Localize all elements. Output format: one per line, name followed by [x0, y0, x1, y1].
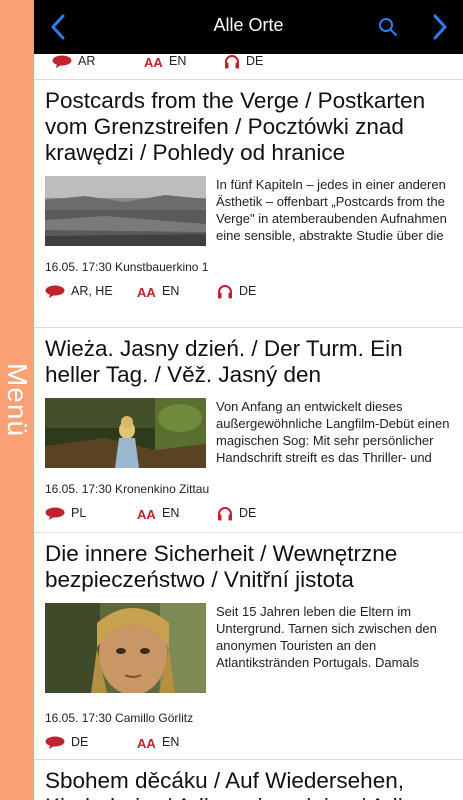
forward-button[interactable]: [426, 12, 454, 42]
language-row: PL AA EN DE: [45, 496, 451, 530]
screening-info: 16.05. 17:30 Camillo Görlitz: [45, 711, 194, 725]
language-row: AR, HE AA EN DE: [45, 274, 451, 308]
original-language: AR, HE: [45, 284, 137, 298]
subtitles-icon: AA: [137, 507, 156, 520]
audio-language-value: DE: [246, 54, 264, 68]
entry-body: In fünf Kapiteln – jedes in einer andere…: [45, 176, 451, 246]
menu-label: Menü: [2, 362, 33, 438]
search-icon: [379, 18, 397, 36]
film-description: Seit 15 Jahren leben die Eltern im Unter…: [216, 604, 437, 670]
svg-text:AA: AA: [137, 507, 156, 520]
language-row: AR AA EN DE: [52, 54, 263, 68]
original-language-value: PL: [71, 506, 87, 520]
navigation-bar: Alle Orte: [34, 0, 463, 54]
audio-language: DE: [217, 506, 256, 521]
headphones-icon: [218, 506, 232, 520]
subtitles-icon: AA: [137, 736, 156, 749]
original-language: DE: [45, 735, 137, 749]
film-title: Die innere Sicherheit / Wewnętrzne bezpi…: [45, 541, 398, 592]
film-title: Wieża. Jasny dzień. / Der Turm. Ein hell…: [45, 336, 403, 387]
original-language-value: AR: [78, 54, 96, 68]
entry-body: Seit 15 Jahren leben die Eltern im Unter…: [45, 603, 451, 693]
film-thumbnail: [45, 603, 206, 693]
film-title: Postcards from the Verge / Postkarten vo…: [45, 88, 426, 165]
language-row: DE AA EN: [45, 725, 451, 759]
original-language-value: AR, HE: [71, 284, 113, 298]
list-item[interactable]: Die innere Sicherheit / Wewnętrzne bezpi…: [34, 533, 463, 760]
subtitle-language: AA EN: [144, 54, 224, 68]
speech-bubble-icon: [45, 736, 65, 749]
audio-language-value: DE: [239, 284, 257, 298]
subtitle-language-value: EN: [169, 54, 187, 68]
original-language-value: DE: [71, 735, 89, 749]
chevron-right-icon: [433, 14, 447, 40]
speech-bubble-icon: [45, 507, 65, 520]
headphones-icon: [225, 54, 239, 68]
audio-language: DE: [217, 284, 256, 299]
subtitles-icon: AA: [137, 285, 156, 298]
film-title: Sbohem děcáku / Auf Wiedersehen, Kinderh…: [45, 768, 428, 800]
svg-text:AA: AA: [137, 736, 156, 749]
side-menu-tab[interactable]: Menü: [0, 0, 34, 800]
audio-language-value: DE: [239, 506, 257, 520]
svg-text:AA: AA: [144, 55, 163, 68]
headphones-icon: [218, 284, 232, 298]
subtitle-language-value: EN: [162, 735, 180, 749]
subtitle-language-value: EN: [162, 506, 180, 520]
screening-info: 16.05. 17:30 Kronenkino Zittau: [45, 482, 210, 496]
film-thumbnail: [45, 176, 206, 246]
subtitle-language: AA EN: [137, 735, 217, 749]
original-language: AR: [52, 54, 144, 68]
original-language: PL: [45, 506, 137, 520]
svg-text:AA: AA: [137, 285, 156, 298]
list-item[interactable]: Postcards from the Verge / Postkarten vo…: [34, 80, 463, 328]
subtitles-icon: AA: [144, 55, 163, 68]
search-button[interactable]: [374, 12, 402, 42]
screening-info: 16.05. 17:30 Kunstbauerkino 1: [45, 260, 209, 274]
list-item-partial[interactable]: AR AA EN DE: [34, 54, 463, 80]
film-description: In fünf Kapiteln – jedes in einer andere…: [216, 177, 447, 243]
film-description: Von Anfang an entwickelt dieses außergew…: [216, 399, 450, 465]
film-thumbnail: [45, 398, 206, 468]
film-list: AR AA EN DE Postcards from the Verge / P…: [34, 54, 463, 800]
subtitle-language-value: EN: [162, 284, 180, 298]
speech-bubble-icon: [52, 55, 72, 68]
subtitle-language: AA EN: [137, 284, 217, 298]
list-item[interactable]: Wieża. Jasny dzień. / Der Turm. Ein hell…: [34, 328, 463, 533]
subtitle-language: AA EN: [137, 506, 217, 520]
entry-body: Von Anfang an entwickelt dieses außergew…: [45, 398, 451, 468]
speech-bubble-icon: [45, 285, 65, 298]
audio-language: DE: [224, 54, 263, 69]
list-item[interactable]: Sbohem děcáku / Auf Wiedersehen, Kinderh…: [34, 760, 463, 800]
